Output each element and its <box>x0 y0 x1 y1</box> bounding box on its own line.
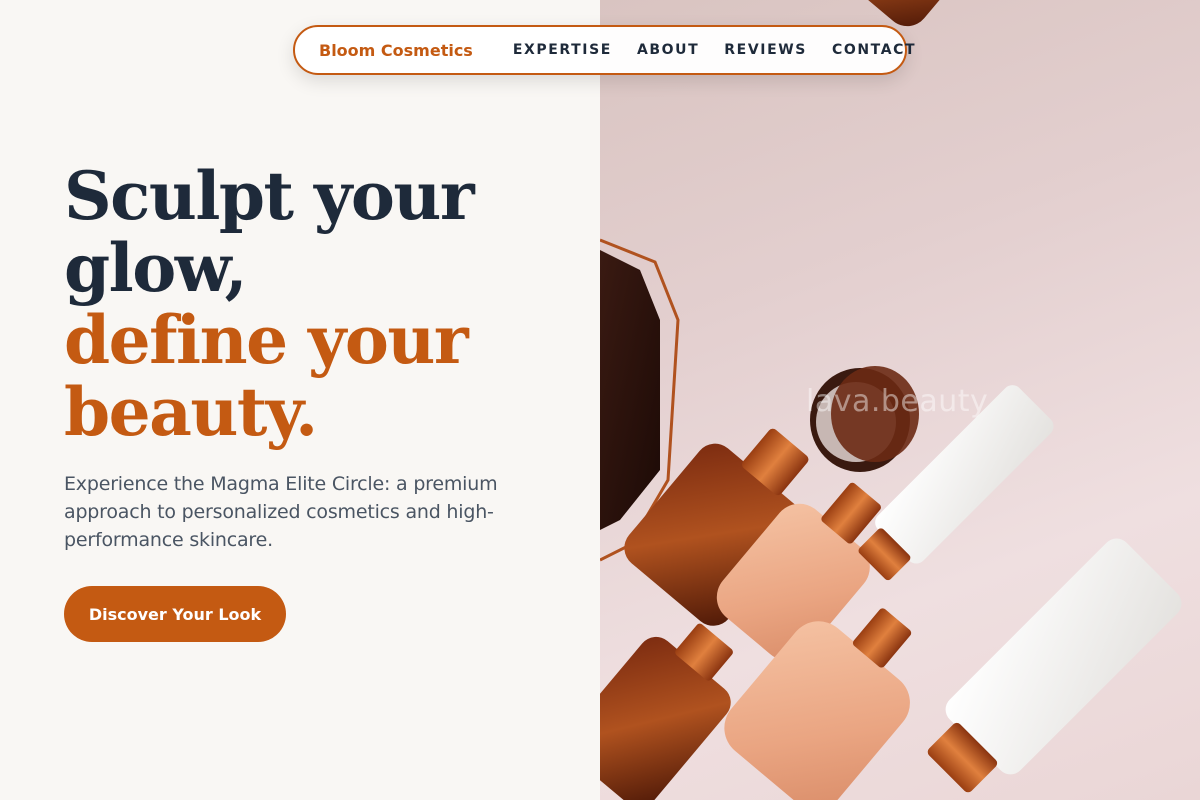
compact-mirror-icon <box>810 366 919 472</box>
hero-left-panel: Sculpt your glow, define your beauty. Ex… <box>0 0 600 800</box>
page: Sculpt your glow, define your beauty. Ex… <box>0 0 1200 800</box>
nav-link-reviews[interactable]: REVIEWS <box>724 42 807 58</box>
nav-link-contact[interactable]: CONTACT <box>832 42 916 58</box>
hero-subtext: Experience the Magma Elite Circle: a pre… <box>64 473 498 551</box>
headline-line-1: Sculpt your <box>64 157 475 235</box>
nav-link-about[interactable]: ABOUT <box>637 42 699 58</box>
top-navigation-bar: Bloom Cosmetics EXPERTISE ABOUT REVIEWS … <box>293 25 915 75</box>
headline-line-4: beauty. <box>64 373 318 451</box>
brand-logo-link[interactable]: Bloom Cosmetics <box>319 41 473 60</box>
nav-link-expertise[interactable]: EXPERTISE <box>513 42 612 58</box>
image-watermark: lava.beauty <box>806 384 989 419</box>
headline-line-3: define your <box>64 301 469 379</box>
amber-dropper-bottle-icon <box>600 623 733 800</box>
nav-links: EXPERTISE ABOUT REVIEWS CONTACT <box>513 42 916 58</box>
headline-line-2: glow, <box>64 229 248 307</box>
hero-product-image: lava.beauty <box>600 0 1200 800</box>
white-cream-tube-icon <box>927 538 1182 793</box>
discover-your-look-button[interactable]: Discover Your Look <box>64 586 286 642</box>
hero-headline: Sculpt your glow, define your beauty. <box>64 160 584 448</box>
